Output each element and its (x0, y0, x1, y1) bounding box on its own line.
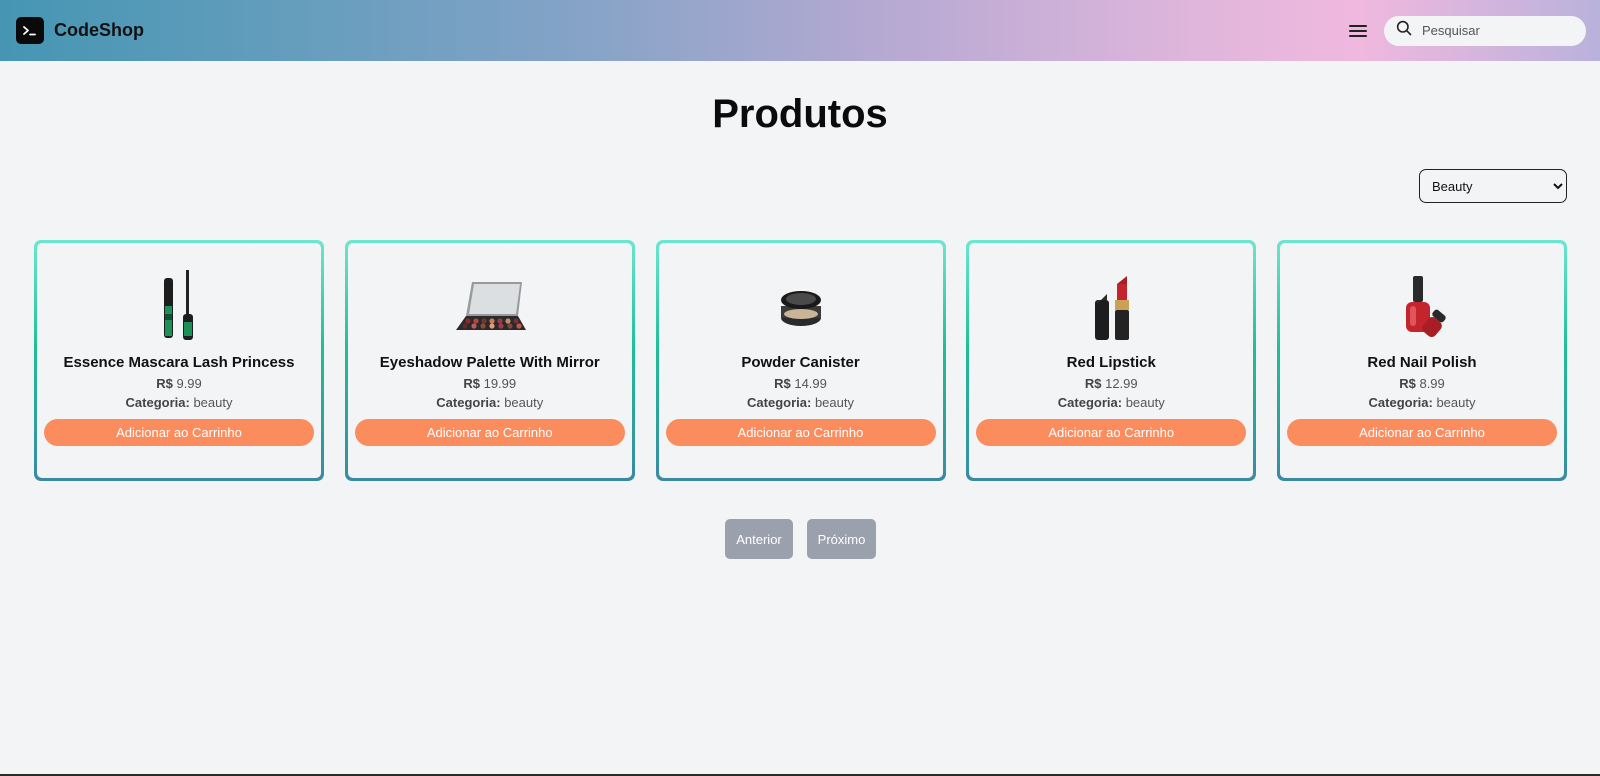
product-price: R$ 8.99 (1399, 376, 1445, 391)
terminal-icon (16, 17, 44, 44)
product-category: Categoria: beauty (436, 395, 543, 410)
category-label: Categoria: (1368, 395, 1433, 410)
price-value: 8.99 (1419, 376, 1445, 391)
product-card-body: Eyeshadow Palette With Mirror R$ 19.99 C… (347, 243, 632, 478)
category-filter-select[interactable]: Beauty (1419, 169, 1567, 203)
price-value: 19.99 (483, 376, 517, 391)
category-label: Categoria: (125, 395, 190, 410)
product-category: Categoria: beauty (747, 395, 854, 410)
nail-polish-image (1384, 270, 1460, 342)
category-value: beauty (814, 395, 854, 410)
price-value: 14.99 (794, 376, 827, 391)
add-to-cart-button[interactable]: Adicionar ao Carrinho (44, 419, 314, 446)
product-category: Categoria: beauty (1058, 395, 1165, 410)
product-price: R$ 19.99 (463, 376, 516, 391)
product-card: Eyeshadow Palette With Mirror R$ 19.99 C… (344, 240, 635, 481)
next-page-button[interactable]: Próximo (807, 519, 876, 559)
currency-label: R$ (463, 376, 480, 391)
product-card: Essence Mascara Lash Princess R$ 9.99 Ca… (34, 240, 324, 481)
mascara-image (141, 270, 217, 342)
product-category: Categoria: beauty (1369, 395, 1476, 410)
navbar: CodeShop (0, 0, 1600, 61)
search-box[interactable] (1384, 15, 1586, 46)
price-value: 12.99 (1105, 376, 1138, 391)
previous-page-button[interactable]: Anterior (725, 519, 793, 559)
product-card: Powder Canister R$ 14.99 Categoria: beau… (655, 240, 946, 481)
product-grid: Essence Mascara Lash Princess R$ 9.99 Ca… (34, 240, 1567, 481)
product-price: R$ 14.99 (774, 376, 827, 391)
category-value: beauty (1436, 395, 1476, 410)
lipstick-image (1073, 270, 1149, 342)
product-price: R$ 9.99 (156, 376, 202, 391)
powder-canister-image (763, 270, 839, 342)
category-value: beauty (193, 395, 233, 410)
product-title: Powder Canister (741, 354, 860, 371)
product-card: Red Nail Polish R$ 8.99 Categoria: beaut… (1277, 240, 1567, 481)
pagination: Anterior Próximo (725, 519, 876, 559)
menu-icon[interactable] (1347, 20, 1369, 42)
category-label: Categoria: (1057, 395, 1123, 410)
brand-name: CodeShop (54, 20, 144, 40)
add-to-cart-button[interactable]: Adicionar ao Carrinho (354, 419, 625, 446)
category-value: beauty (504, 395, 544, 410)
product-title: Essence Mascara Lash Princess (63, 354, 295, 371)
price-value: 9.99 (176, 376, 202, 391)
product-category: Categoria: beauty (126, 395, 233, 410)
category-value: beauty (1125, 395, 1165, 410)
currency-label: R$ (774, 376, 791, 391)
product-price: R$ 12.99 (1085, 376, 1138, 391)
search-icon (1396, 20, 1412, 41)
product-card-body: Essence Mascara Lash Princess R$ 9.99 Ca… (37, 243, 321, 478)
page-title: Produtos (712, 92, 888, 136)
eyeshadow-palette-image (452, 270, 528, 342)
add-to-cart-button[interactable]: Adicionar ao Carrinho (665, 419, 936, 446)
currency-label: R$ (1084, 376, 1102, 391)
product-card-body: Red Nail Polish R$ 8.99 Categoria: beaut… (1280, 243, 1564, 478)
category-label: Categoria: (747, 395, 812, 410)
product-title: Red Lipstick (1066, 354, 1156, 371)
currency-label: R$ (1399, 376, 1416, 391)
add-to-cart-button[interactable]: Adicionar ao Carrinho (1287, 419, 1557, 446)
product-card-body: Powder Canister R$ 14.99 Categoria: beau… (658, 243, 943, 478)
category-label: Categoria: (436, 395, 501, 410)
brand[interactable]: CodeShop (16, 17, 144, 44)
add-to-cart-button[interactable]: Adicionar ao Carrinho (976, 419, 1247, 446)
search-input[interactable] (1422, 23, 1562, 38)
product-title: Eyeshadow Palette With Mirror (379, 354, 600, 371)
nav-right (1347, 15, 1586, 46)
product-card: Red Lipstick R$ 12.99 Categoria: beauty … (966, 240, 1257, 481)
currency-label: R$ (156, 376, 173, 391)
product-title: Red Nail Polish (1367, 354, 1477, 371)
product-card-body: Red Lipstick R$ 12.99 Categoria: beauty … (969, 243, 1254, 478)
